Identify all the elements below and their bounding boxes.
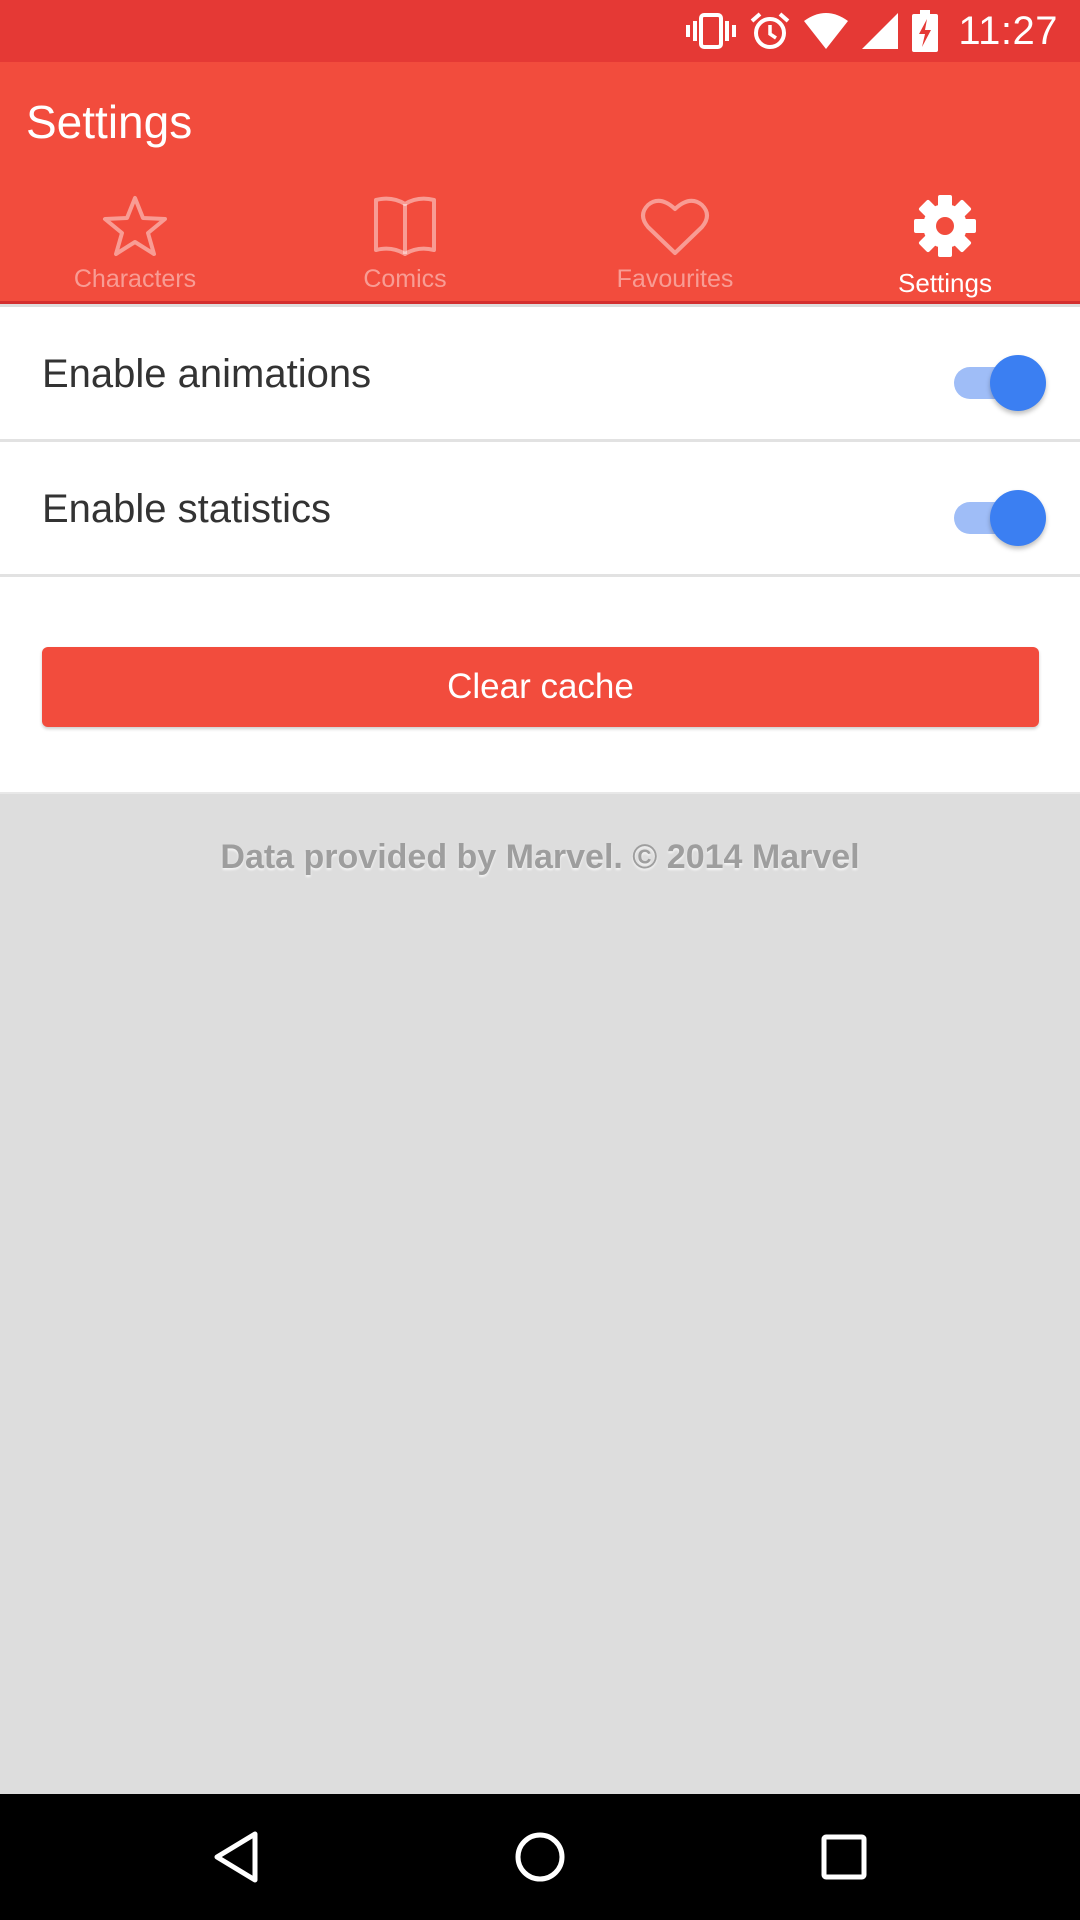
- wifi-icon: [804, 13, 849, 49]
- star-icon: [102, 190, 168, 262]
- status-icons: 11:27: [686, 0, 1058, 62]
- tab-label-comics: Comics: [363, 265, 447, 293]
- tab-label-favourites: Favourites: [616, 265, 734, 293]
- clear-cache-button[interactable]: Clear cache: [42, 647, 1039, 727]
- settings-list: Enable animations Enable statistics Clea…: [0, 307, 1080, 794]
- marvel-attribution: Data provided by Marvel. © 2014 Marvel: [220, 838, 860, 876]
- setting-row-animations[interactable]: Enable animations: [0, 307, 1080, 442]
- tab-label-settings: Settings: [898, 268, 992, 298]
- setting-row-statistics[interactable]: Enable statistics: [0, 442, 1080, 577]
- vibrate-icon: [686, 11, 737, 51]
- statistics-toggle[interactable]: [950, 487, 1046, 546]
- battery-charging-icon: [912, 10, 939, 52]
- app-bar: Settings Characters Comics Favourites Se…: [0, 62, 1080, 304]
- home-icon[interactable]: [480, 1794, 600, 1920]
- tab-characters[interactable]: Characters: [0, 182, 270, 301]
- toggle-thumb: [990, 490, 1046, 546]
- tab-favourites[interactable]: Favourites: [540, 182, 810, 301]
- status-bar: 11:27: [0, 0, 1080, 62]
- system-nav-bar: [0, 1794, 1080, 1920]
- tab-comics[interactable]: Comics: [270, 182, 540, 301]
- toggle-thumb: [990, 355, 1046, 411]
- back-icon[interactable]: [176, 1794, 296, 1920]
- clear-cache-section: Clear cache: [0, 577, 1080, 794]
- setting-label-animations: Enable animations: [42, 352, 372, 396]
- tab-settings[interactable]: Settings: [810, 182, 1080, 301]
- recents-icon[interactable]: [784, 1794, 904, 1920]
- book-icon: [372, 190, 438, 262]
- gear-icon: [912, 190, 978, 262]
- tab-label-characters: Characters: [73, 265, 197, 293]
- signal-icon: [862, 13, 899, 49]
- page-title: Settings: [26, 96, 193, 148]
- tab-bar: Characters Comics Favourites Settings: [0, 182, 1080, 301]
- setting-label-statistics: Enable statistics: [42, 487, 332, 531]
- heart-icon: [640, 190, 710, 262]
- alarm-icon: [750, 11, 790, 51]
- animations-toggle[interactable]: [950, 352, 1046, 411]
- status-time: 11:27: [958, 9, 1058, 53]
